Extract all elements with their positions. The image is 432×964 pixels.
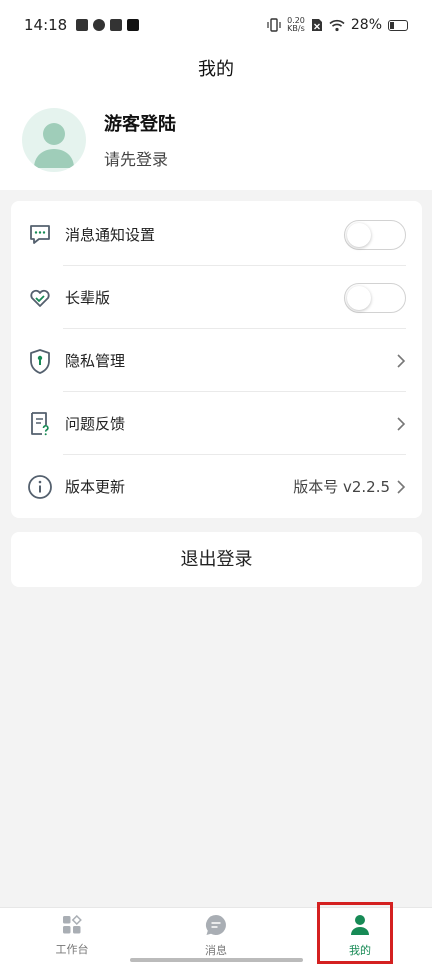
- tab-mine[interactable]: 我的: [288, 908, 432, 964]
- tiktok-icon: [127, 19, 140, 31]
- feedback-icon: [27, 411, 53, 437]
- profile-name: 游客登陆: [104, 114, 176, 135]
- chevron-right-icon: [397, 353, 406, 368]
- profile-section[interactable]: 游客登陆 请先登录: [0, 90, 432, 190]
- person-icon: [351, 915, 369, 935]
- settings-row-privacy[interactable]: 隐私管理: [11, 329, 422, 392]
- status-left: 14:18: [24, 16, 140, 34]
- wifi-icon: [329, 19, 345, 31]
- shield-icon: [27, 348, 53, 374]
- notification-icon: [110, 19, 123, 31]
- settings-row-notifications[interactable]: 消息通知设置: [11, 203, 422, 266]
- profile-page: 14:18 0.20 KB/s 28% 我的 游客登陆 请先登录 消息通知设置 …: [0, 0, 432, 964]
- logout-button[interactable]: 退出登录: [11, 532, 422, 587]
- battery-percent: 28%: [350, 17, 382, 33]
- info-icon: [27, 474, 53, 500]
- settings-row-label: 版本更新: [65, 478, 126, 496]
- page-title: 我的: [0, 50, 432, 90]
- notification-icon: [76, 19, 89, 31]
- settings-row-control: [396, 353, 406, 369]
- toggle-knob: [347, 222, 371, 247]
- battery-icon: [388, 19, 408, 31]
- status-time: 14:18: [24, 16, 68, 34]
- settings-row-label: 隐私管理: [65, 352, 126, 370]
- chat-icon: [206, 915, 226, 935]
- network-speed-unit: KB/s: [287, 24, 305, 33]
- chevron-right-icon: [397, 479, 406, 494]
- tab-workbench[interactable]: 工作台: [0, 908, 144, 964]
- bottom-tab-bar: 工作台 消息 我的: [0, 907, 432, 964]
- workbench-icon: [63, 915, 82, 934]
- avatar[interactable]: [22, 108, 86, 172]
- toggle-knob: [347, 285, 371, 310]
- notifications-toggle[interactable]: [344, 219, 406, 250]
- settings-row-control: [344, 219, 406, 250]
- network-speed: 0.20 KB/s: [287, 17, 305, 33]
- default-avatar-icon: [34, 123, 74, 168]
- settings-row-control: 版本号 v2.2.5: [293, 476, 406, 497]
- chevron-right-icon: [397, 416, 406, 431]
- elder-mode-toggle[interactable]: [344, 282, 406, 313]
- heart-icon: [27, 285, 53, 311]
- settings-card: 消息通知设置 长辈版 隐私管理 问题反馈 版本更新 版本号 v2.2.5: [11, 201, 422, 518]
- settings-row-control: [396, 416, 406, 432]
- no-sim-icon: [311, 19, 322, 31]
- version-number: 版本号 v2.2.5: [293, 478, 390, 496]
- vibrate-icon: [267, 18, 281, 32]
- settings-row-label: 问题反馈: [65, 415, 126, 433]
- tab-label: 我的: [349, 944, 371, 957]
- settings-row-control: [344, 282, 406, 313]
- status-bar: 14:18 0.20 KB/s 28%: [0, 0, 432, 50]
- login-prompt[interactable]: 请先登录: [104, 146, 176, 170]
- settings-row-feedback[interactable]: 问题反馈: [11, 392, 422, 455]
- settings-row-label: 消息通知设置: [65, 226, 156, 244]
- settings-row-version-update[interactable]: 版本更新 版本号 v2.2.5: [11, 455, 422, 518]
- settings-row-elder-mode[interactable]: 长辈版: [11, 266, 422, 329]
- tab-label: 消息: [205, 944, 227, 957]
- home-indicator: [130, 958, 303, 962]
- profile-text: 游客登陆 请先登录: [104, 110, 176, 170]
- notification-icon: [93, 19, 106, 31]
- settings-row-label: 长辈版: [65, 289, 111, 307]
- tab-messages[interactable]: 消息: [144, 908, 288, 964]
- message-settings-icon: [27, 222, 53, 248]
- status-right: 0.20 KB/s 28%: [267, 17, 408, 33]
- tab-label: 工作台: [55, 943, 89, 956]
